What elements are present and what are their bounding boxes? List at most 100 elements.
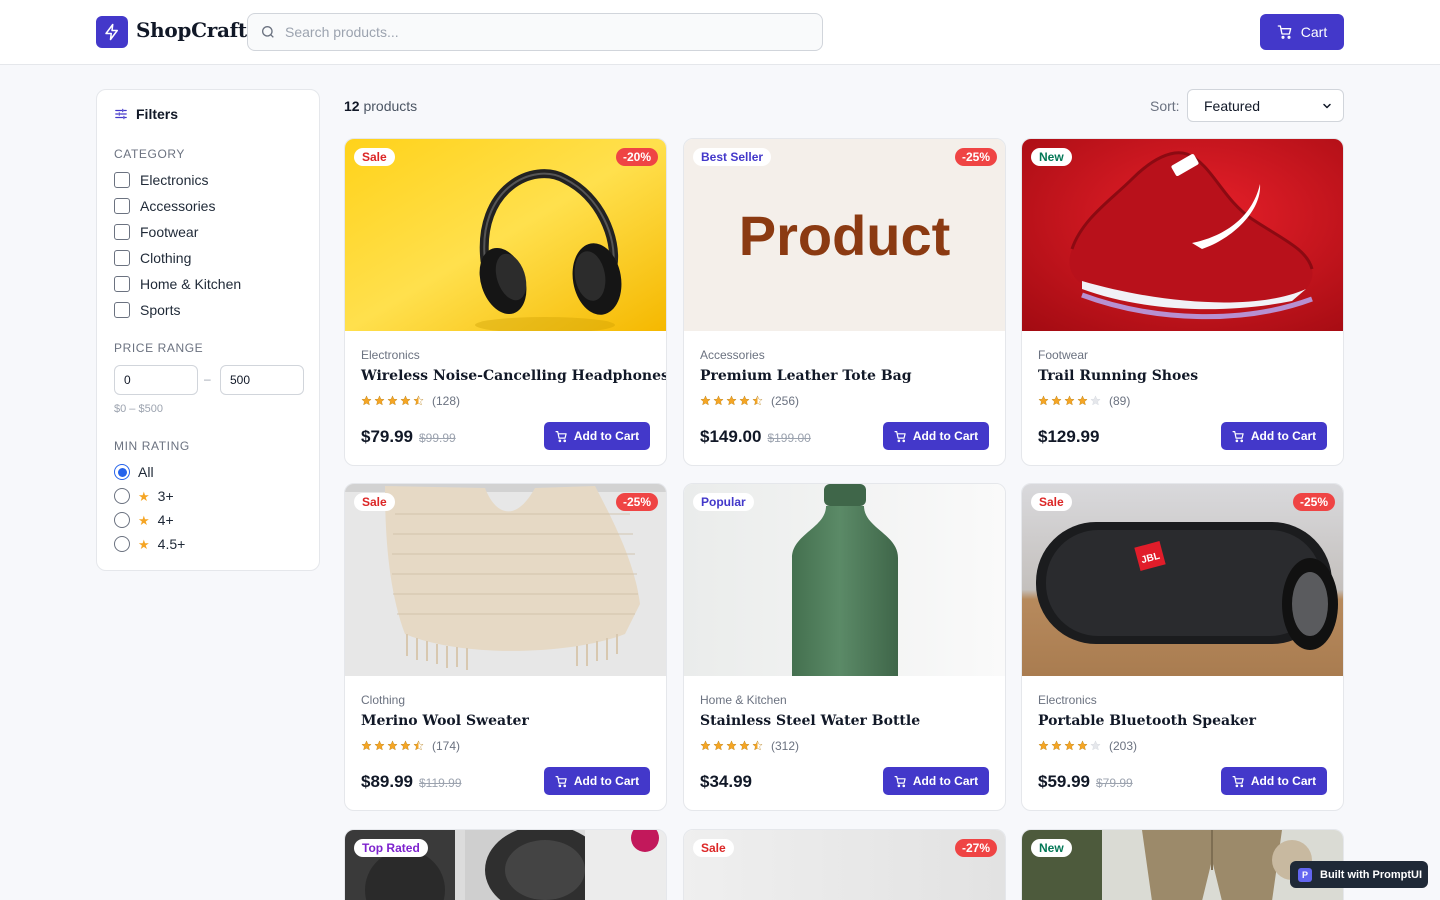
product-image[interactable]: [684, 484, 1005, 676]
product-card[interactable]: Sale -27%: [683, 829, 1006, 900]
category-option-sports[interactable]: Sports: [114, 302, 180, 318]
original-price: $79.99: [1096, 776, 1133, 790]
price-min-input[interactable]: [114, 365, 198, 395]
current-price: $89.99: [361, 772, 413, 791]
product-card[interactable]: JBL Sale -25% Electronics Portable Bluetoot…: [1021, 483, 1344, 811]
current-price: $34.99: [700, 772, 752, 791]
filters-panel: Filters CATEGORY Electronics Accessories…: [96, 89, 320, 571]
product-price: $129.99: [1038, 427, 1099, 447]
star-icon: ★: [138, 488, 150, 504]
review-count: (174): [432, 739, 461, 753]
add-to-cart-label: Add to Cart: [912, 774, 979, 788]
radio-button[interactable]: [114, 536, 130, 552]
star-icon: [374, 739, 385, 753]
checkbox[interactable]: [114, 224, 130, 240]
product-name[interactable]: Merino Wool Sweater: [361, 713, 529, 729]
category-option-electronics[interactable]: Electronics: [114, 172, 208, 188]
radio-button[interactable]: [114, 488, 130, 504]
product-name[interactable]: Wireless Noise-Cancelling Headphones: [361, 368, 666, 384]
product-category: Electronics: [361, 348, 420, 362]
filters-title: Filters: [136, 106, 179, 122]
product-price: $79.99 $99.99: [361, 427, 456, 447]
checkbox[interactable]: [114, 250, 130, 266]
rating-option-label: 4+: [157, 512, 174, 528]
add-to-cart-button[interactable]: Add to Cart: [1221, 422, 1327, 450]
product-image[interactable]: JBL: [1022, 484, 1343, 676]
star-icon: [752, 394, 763, 408]
checkbox[interactable]: [114, 276, 130, 292]
product-name[interactable]: Trail Running Shoes: [1038, 368, 1198, 384]
star-icon: [1051, 739, 1062, 753]
product-card[interactable]: Top Rated: [344, 829, 667, 900]
cart-button[interactable]: Cart: [1260, 14, 1344, 50]
category-option-label: Accessories: [140, 198, 216, 214]
category-option-label: Electronics: [140, 172, 209, 188]
product-count-word: products: [363, 98, 418, 114]
built-with-badge[interactable]: P Built with PromptUI: [1290, 861, 1428, 888]
add-to-cart-button[interactable]: Add to Cart: [544, 767, 650, 795]
rating-option-3[interactable]: ★ 3+: [114, 488, 174, 504]
category-option-label: Clothing: [140, 250, 192, 266]
category-option-accessories[interactable]: Accessories: [114, 198, 215, 214]
add-to-cart-button[interactable]: Add to Cart: [1221, 767, 1327, 795]
search-bar: [247, 13, 823, 51]
product-badge: Popular: [693, 493, 754, 511]
star-icon: [713, 739, 724, 753]
sort-select[interactable]: Featured: [1187, 89, 1344, 122]
search-input[interactable]: [285, 24, 805, 40]
rating-option-all[interactable]: All: [114, 464, 154, 480]
sort-value: Featured: [1204, 97, 1261, 114]
add-to-cart-button[interactable]: Add to Cart: [883, 422, 989, 450]
product-card[interactable]: Sale -25% Clothing Merino Wool Sweater (174)…: [344, 483, 667, 811]
cart-label: Cart: [1300, 24, 1328, 40]
sort-label: Sort:: [1150, 98, 1180, 114]
star-icon: [700, 739, 711, 753]
star-icon: [387, 394, 398, 408]
product-rating: (256): [700, 394, 799, 408]
star-icon: [387, 739, 398, 753]
product-card[interactable]: Sale -20% Electronics Wireless Noise-Cancel…: [344, 138, 667, 466]
radio-button[interactable]: [114, 512, 130, 528]
category-option-home-kitchen[interactable]: Home & Kitchen: [114, 276, 241, 292]
product-image[interactable]: Product: [684, 139, 1005, 331]
product-badge: New: [1031, 148, 1072, 166]
price-max-input[interactable]: [220, 365, 304, 395]
product-card[interactable]: Popular Home & Kitchen Stainless Steel Wat…: [683, 483, 1006, 811]
product-name[interactable]: Stainless Steel Water Bottle: [700, 713, 920, 729]
star-icon: [1064, 394, 1075, 408]
product-count-number: 12: [344, 98, 360, 114]
brand-name[interactable]: ShopCraft: [136, 18, 247, 42]
price-range-summary: $0 – $500: [114, 403, 163, 415]
product-image[interactable]: [345, 484, 666, 676]
product-rating: (128): [361, 394, 460, 408]
star-icon: [739, 739, 750, 753]
category-option-footwear[interactable]: Footwear: [114, 224, 198, 240]
checkbox[interactable]: [114, 302, 130, 318]
add-to-cart-button[interactable]: Add to Cart: [883, 767, 989, 795]
radio-button[interactable]: [114, 464, 130, 480]
star-icon: [413, 394, 424, 408]
current-price: $149.00: [700, 427, 762, 446]
logo-bolt-icon[interactable]: [96, 16, 128, 48]
discount-badge: -25%: [1292, 493, 1335, 511]
product-card[interactable]: New Footwear Trail Running Shoes (89) $129.9…: [1021, 138, 1344, 466]
product-name[interactable]: Portable Bluetooth Speaker: [1038, 713, 1256, 729]
checkbox[interactable]: [114, 172, 130, 188]
rating-option-label: 4.5+: [157, 536, 186, 552]
chevron-down-icon: [1321, 100, 1333, 112]
rating-option-4-5[interactable]: ★ 4.5+: [114, 536, 185, 552]
current-price: $79.99: [361, 427, 413, 446]
category-option-clothing[interactable]: Clothing: [114, 250, 191, 266]
product-image[interactable]: [1022, 139, 1343, 331]
product-name[interactable]: Premium Leather Tote Bag: [700, 368, 912, 384]
product-price: $149.00 $199.00: [700, 427, 811, 447]
product-card[interactable]: Product Best Seller -25% Accessories Premium…: [683, 138, 1006, 466]
category-option-label: Footwear: [140, 224, 199, 240]
cart-icon: [555, 775, 568, 788]
add-to-cart-button[interactable]: Add to Cart: [544, 422, 650, 450]
built-with-label: Built with PromptUI: [1320, 868, 1423, 881]
product-image[interactable]: [345, 139, 666, 331]
rating-option-4[interactable]: ★ 4+: [114, 512, 174, 528]
add-to-cart-label: Add to Cart: [573, 429, 640, 443]
checkbox[interactable]: [114, 198, 130, 214]
